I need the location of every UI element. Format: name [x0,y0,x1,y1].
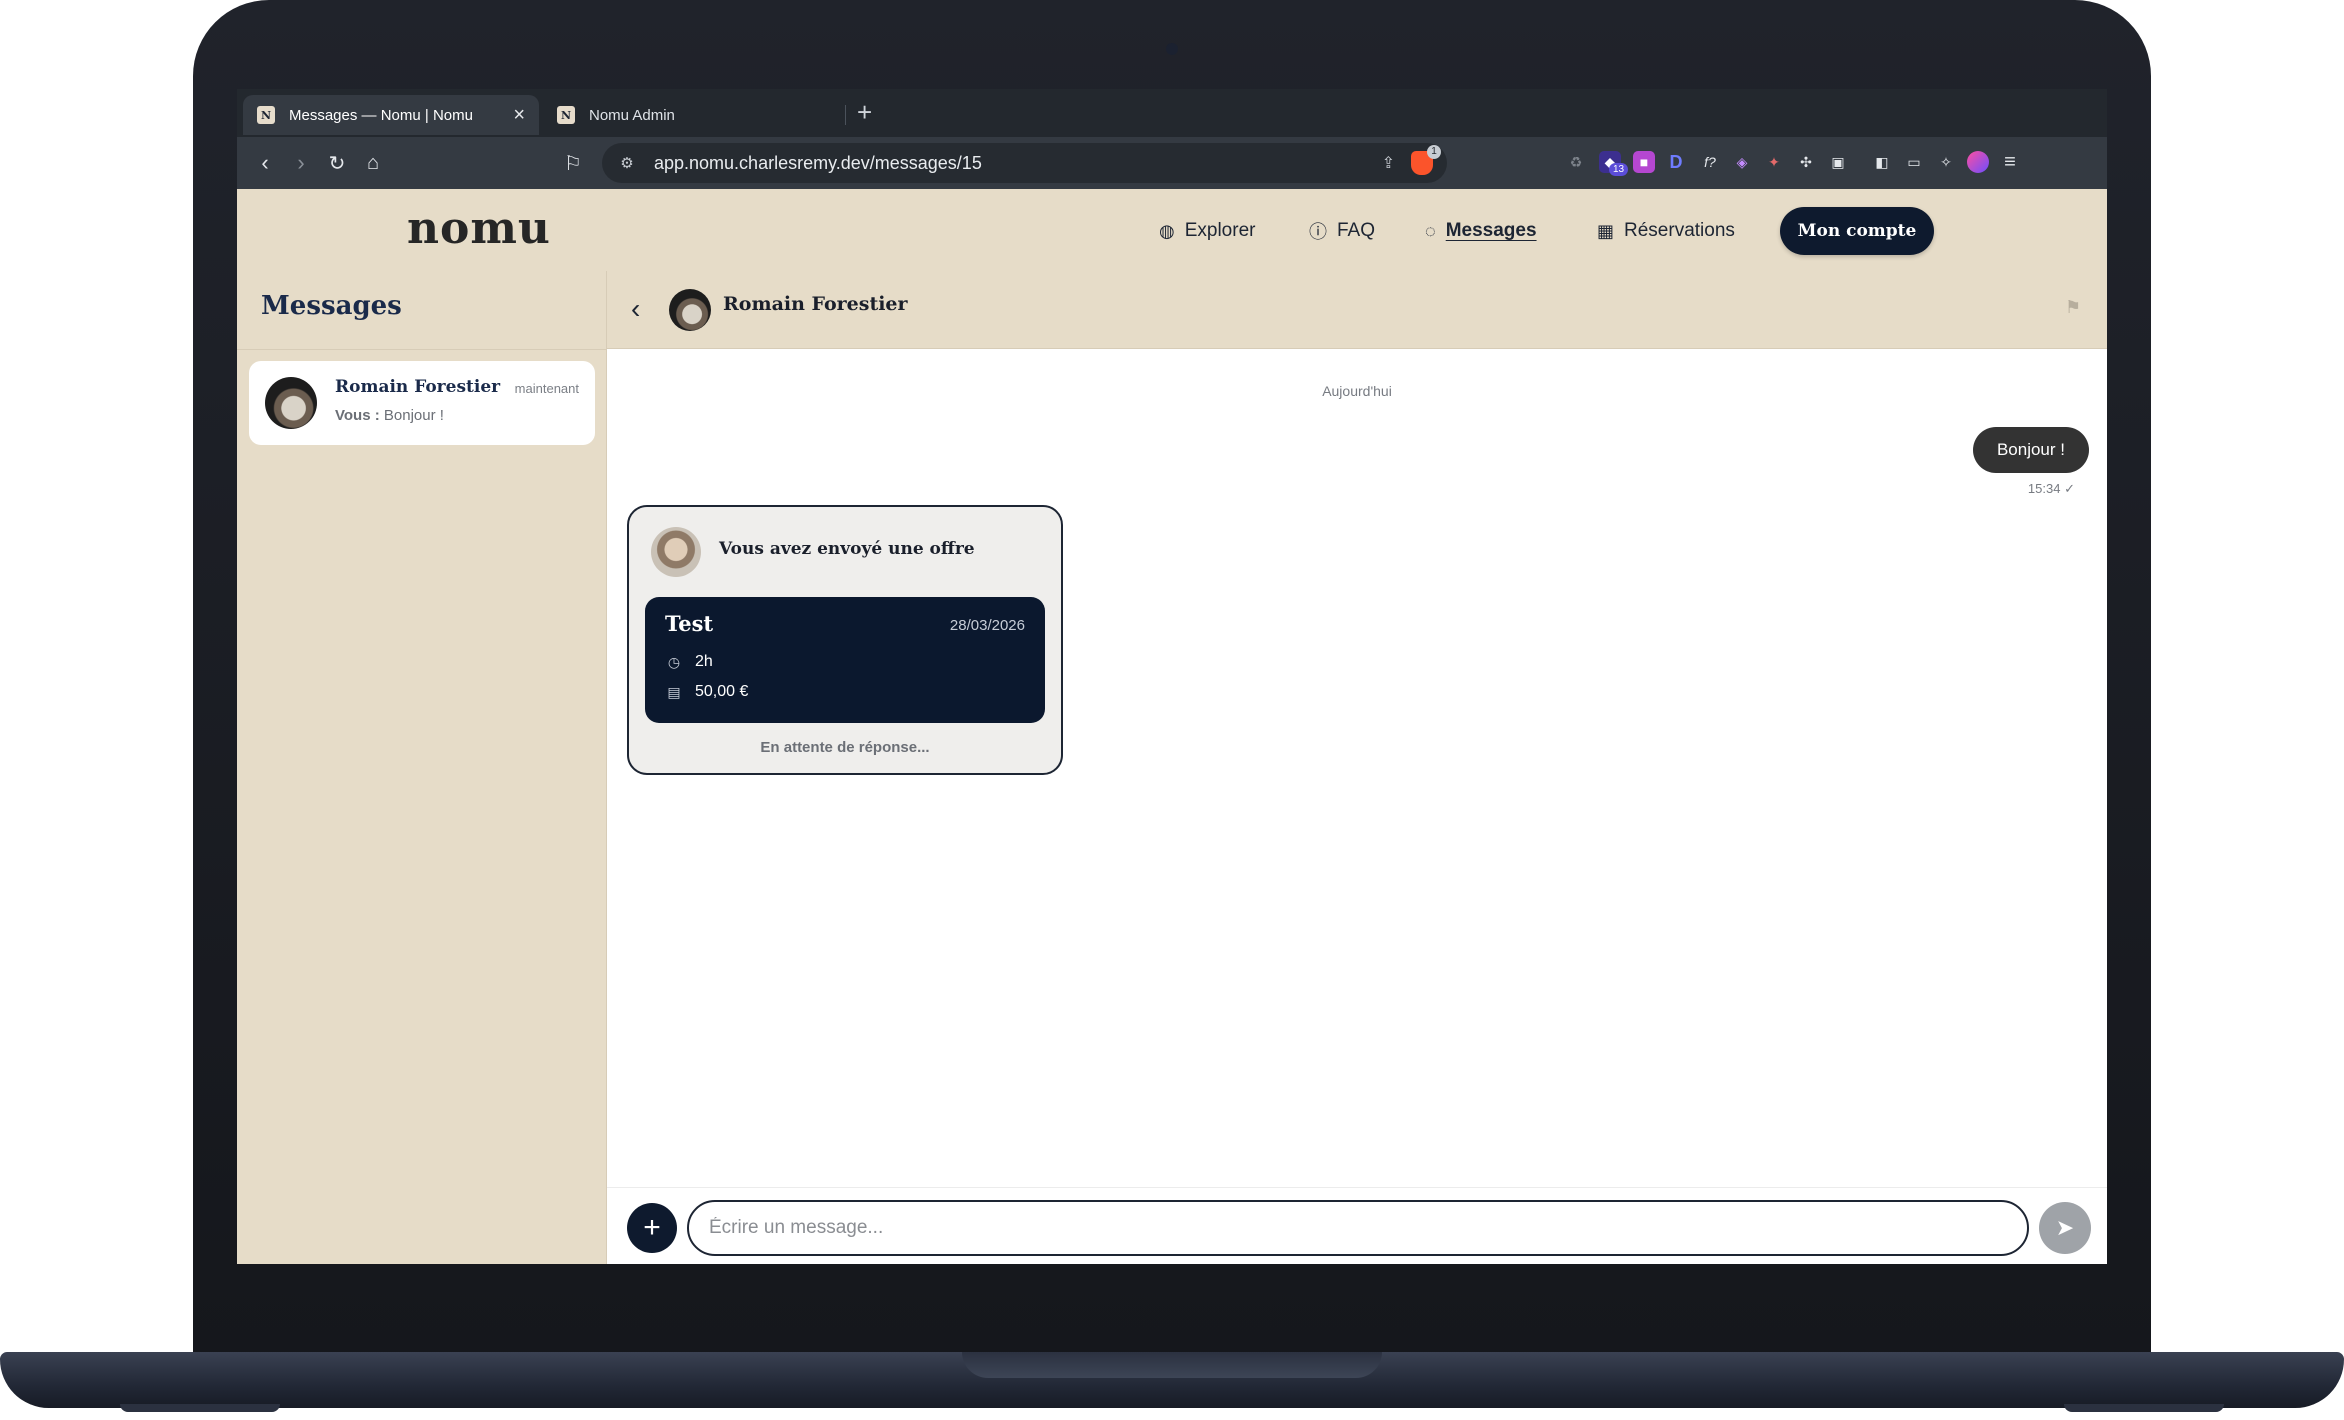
new-tab-plus-icon[interactable]: + [857,97,872,128]
forward-arrow-icon[interactable]: › [287,149,315,177]
banknote-icon: ▤ [667,683,681,700]
chat-header: ‹ Romain Forestier ⚑ [607,271,2107,349]
offer-price: 50,00 € [695,683,749,700]
offer-card[interactable]: Test 28/03/2026 ◷ 2h ▤ 50,00 € [645,597,1045,723]
nav-label: Réservations [1624,220,1735,241]
close-icon[interactable]: × [513,104,525,127]
extension-icon[interactable]: ◆ 13 [1599,151,1629,176]
conversation-preview: Vous : Bonjour ! [335,407,444,424]
reload-icon[interactable]: ↻ [323,149,351,177]
read-check-icon: ✓ [2064,481,2075,496]
nomu-favicon-icon: N [557,106,575,124]
address-bar[interactable]: ⚙ app.nomu.charlesremy.dev/messages/15 ⇪… [602,143,1447,183]
contact-name: Romain Forestier [723,293,908,315]
add-attachment-button[interactable]: + [627,1203,677,1253]
tab-messages[interactable]: N Messages — Nomu | Nomu × [243,95,539,135]
outgoing-message-bubble: Bonjour ! [1972,427,2089,473]
conversation-name: Romain Forestier [335,377,501,397]
leo-ai-icon[interactable]: ✧ [1935,151,1957,173]
message-time: 15:34 [2027,481,2061,496]
offer-price-row: ▤ 50,00 € [665,683,748,701]
nav-messages[interactable]: ◌ Messages [1425,215,1537,247]
back-arrow-icon[interactable]: ‹ [251,149,279,177]
camera [1166,43,1178,55]
tab-nomu-admin[interactable]: N Nomu Admin [543,95,843,135]
puzzle-extensions-icon[interactable]: ✣ [1795,151,1817,173]
send-arrow-icon: ➤ [2055,1215,2075,1240]
browser-tab-bar: N Messages — Nomu | Nomu × N Nomu Admin … [237,89,2107,137]
account-button[interactable]: Mon compte [1780,207,1934,255]
send-button[interactable]: ➤ [2039,1202,2091,1254]
tab-divider [845,105,846,125]
extension-icon[interactable]: ◈ [1731,151,1753,173]
sidebar-title: Messages [261,291,402,321]
site-header: nomu ◍ Explorer ⓘ FAQ ◌ Messages ▦ Réser… [237,189,2107,271]
browser-toolbar: ‹ › ↻ ⌂ ⚐ ⚙ app.nomu.charlesremy.dev/mes… [237,137,2107,189]
report-flag-icon[interactable]: ⚑ [2065,297,2085,319]
help-circle-icon: ⓘ [1309,222,1327,242]
brave-shield-icon[interactable]: 1 [1411,145,1441,175]
nav-label: FAQ [1337,220,1376,241]
extension-icon[interactable]: ■ [1633,151,1655,173]
menu-icon[interactable]: ≡ [1999,151,2021,173]
nav-faq[interactable]: ⓘ FAQ [1309,215,1375,247]
laptop-notch [962,1352,1382,1378]
conversations-sidebar: Messages Romain Forestier maintenant Vou… [237,271,607,1264]
recycle-extension-icon[interactable]: ♻ [1565,151,1587,173]
bookmark-icon[interactable]: ⚐ [559,149,587,177]
offer-title: Vous avez envoyé une offre [719,539,975,559]
message-meta: 15:34 ✓ [2028,481,2075,497]
preview-text: Bonjour ! [383,407,444,424]
profile-icon[interactable] [1967,151,1989,173]
url-text: app.nomu.charlesremy.dev/messages/15 [654,152,982,173]
calendar-icon: ▦ [1597,220,1615,241]
offer-date: 28/03/2026 [949,617,1025,634]
nav-label: Messages [1445,220,1537,241]
conversation-item[interactable]: Romain Forestier maintenant Vous : Bonjo… [249,361,595,445]
contact-avatar [669,289,711,331]
tab-title: Messages — Nomu | Nomu [289,106,473,124]
extension-badge: 13 [1609,163,1629,176]
offer-duration-row: ◷ 2h [665,653,713,671]
avatar [265,377,317,429]
function-extension-icon[interactable]: f? [1699,151,1721,173]
message-composer: + ➤ [607,1187,2107,1264]
site-settings-icon[interactable]: ⚙ [616,154,638,172]
brave-badge: 1 [1427,145,1441,159]
preview-prefix: Vous : [335,407,380,424]
share-icon[interactable]: ⇪ [1382,153,1395,173]
chevron-left-icon[interactable]: ‹ [631,293,640,325]
laptop-foot [120,1404,280,1412]
offer-name: Test [665,611,714,636]
chat-bubble-icon: ◌ [1425,220,1436,241]
tab-title: Nomu Admin [589,106,675,124]
globe-icon: ◍ [1159,220,1175,241]
message-thread: Aujourd'hui Bonjour ! 15:34 ✓ Vous avez … [607,349,2107,1187]
nav-label: Explorer [1184,220,1256,241]
laptop-foot [2064,1404,2224,1412]
message-input[interactable] [687,1200,2029,1256]
screen: N Messages — Nomu | Nomu × N Nomu Admin … [237,89,2107,1264]
sidebar-toggle-icon[interactable]: ◧ [1871,151,1893,173]
clock-icon: ◷ [667,653,681,670]
extension-icon[interactable]: ✦ [1763,151,1785,173]
nav-reservations[interactable]: ▦ Réservations [1597,215,1735,247]
nomu-logo[interactable]: nomu [407,203,551,254]
nav-explorer[interactable]: ◍ Explorer [1159,215,1255,247]
d-extension-icon[interactable]: D [1665,151,1687,173]
nomu-favicon-icon: N [257,106,275,124]
divider [237,349,607,350]
wallet-icon[interactable]: ▭ [1903,151,1925,173]
offer-message: Vous avez envoyé une offre Test 28/03/20… [627,505,1063,775]
offer-status: En attente de réponse... [760,739,930,756]
screenshot-icon[interactable]: ▣ [1827,151,1849,173]
day-separator: Aujourd'hui [1322,383,1392,399]
home-icon[interactable]: ⌂ [359,149,387,177]
sender-avatar [651,527,701,577]
offer-duration: 2h [695,653,713,670]
conversation-time: maintenant [514,381,579,396]
